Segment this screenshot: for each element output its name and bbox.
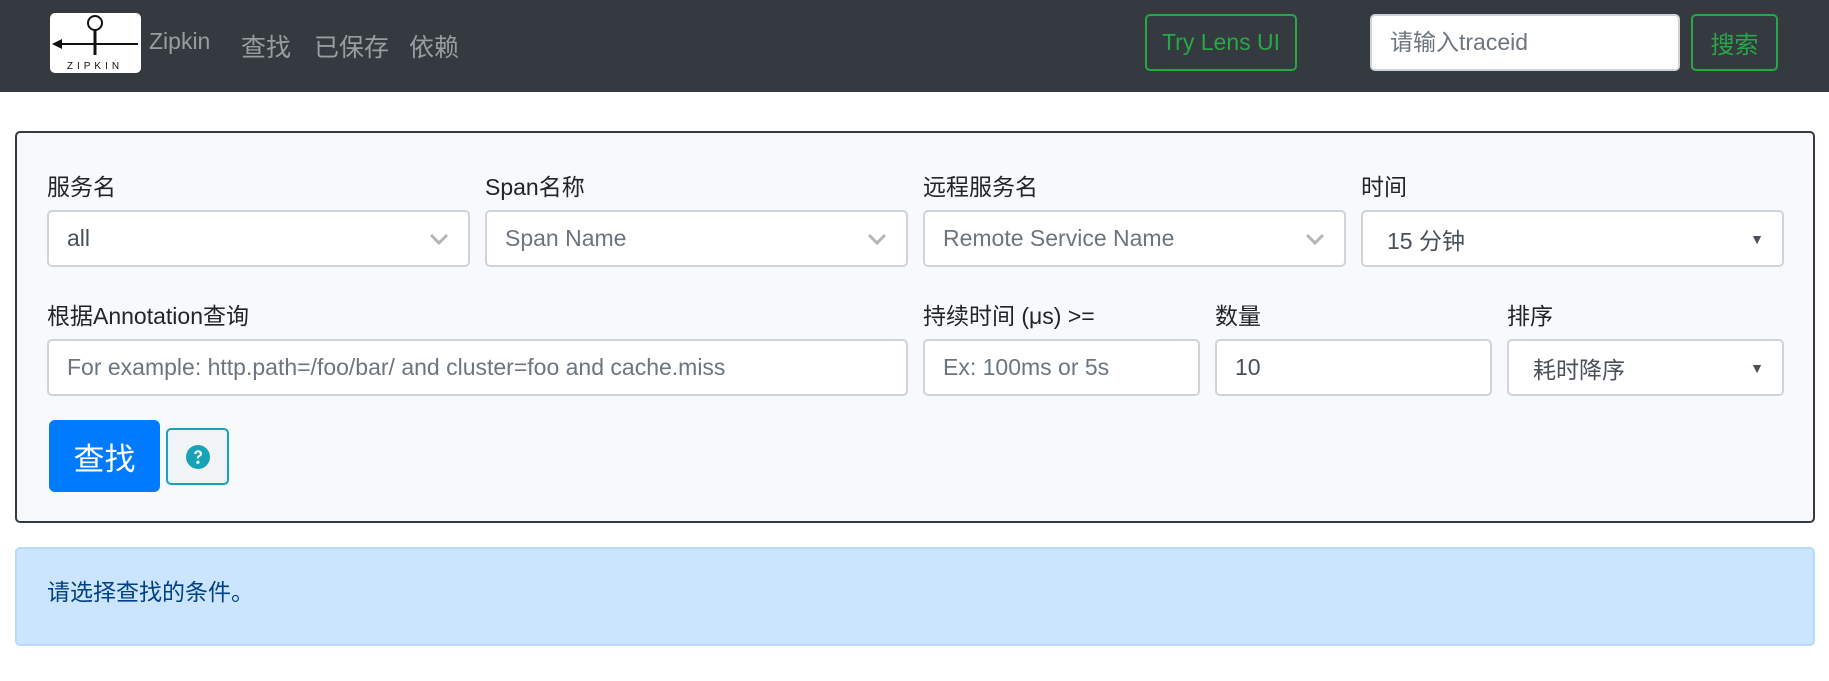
time-value: 15 分钟 — [1387, 227, 1465, 254]
caret-down-icon: ▼ — [1750, 359, 1764, 376]
sort-value: 耗时降序 — [1533, 356, 1625, 383]
question-circle-icon — [185, 444, 210, 469]
search-form: 服务名 all Span名称 Span Name 远程服务名 Remote Se… — [15, 131, 1815, 523]
duration-input[interactable] — [923, 339, 1200, 396]
service-name-value: all — [67, 225, 91, 251]
span-name-select[interactable]: Span Name — [485, 210, 908, 267]
traceid-input[interactable] — [1370, 14, 1680, 71]
time-select[interactable]: 15 分钟 ▼ — [1361, 210, 1784, 267]
sort-select[interactable]: 耗时降序 ▼ — [1507, 339, 1784, 396]
limit-input[interactable] — [1215, 339, 1492, 396]
help-button[interactable] — [166, 428, 229, 485]
remote-service-name-placeholder: Remote Service Name — [943, 225, 1175, 251]
traceid-search-button[interactable]: 搜索 — [1691, 14, 1778, 71]
info-alert: 请选择查找的条件。 — [15, 547, 1815, 646]
zipkin-logo[interactable]: ZIPKIN — [50, 13, 141, 73]
span-name-placeholder: Span Name — [505, 225, 627, 251]
annotation-query-label: 根据Annotation查询 — [47, 303, 249, 329]
svg-text:ZIPKIN: ZIPKIN — [67, 61, 123, 72]
remote-service-name-select[interactable]: Remote Service Name — [923, 210, 1346, 267]
nav-link-find[interactable]: 查找 — [241, 28, 291, 64]
chevron-down-icon — [429, 233, 449, 245]
alert-message: 请选择查找的条件。 — [47, 579, 254, 605]
time-label: 时间 — [1361, 174, 1407, 200]
remote-service-name-label: 远程服务名 — [923, 174, 1038, 200]
navbar: ZIPKIN Zipkin 查找 已保存 依赖 Try Lens UI 搜索 — [0, 0, 1829, 92]
chevron-down-icon — [1305, 233, 1325, 245]
limit-label: 数量 — [1215, 303, 1261, 329]
duration-label: 持续时间 (μs) >= — [923, 303, 1095, 329]
caret-down-icon: ▼ — [1750, 230, 1764, 247]
service-name-label: 服务名 — [47, 174, 116, 200]
service-name-select[interactable]: all — [47, 210, 470, 267]
annotation-query-input[interactable] — [47, 339, 908, 396]
try-lens-ui-button[interactable]: Try Lens UI — [1145, 14, 1297, 71]
zipkin-logo-icon: ZIPKIN — [52, 15, 138, 72]
nav-link-saved[interactable]: 已保存 — [314, 28, 389, 64]
find-button[interactable]: 查找 — [49, 420, 160, 492]
chevron-down-icon — [867, 233, 887, 245]
brand-name[interactable]: Zipkin — [149, 28, 210, 55]
span-name-label: Span名称 — [485, 174, 585, 200]
nav-link-dependencies[interactable]: 依赖 — [409, 28, 459, 64]
sort-label: 排序 — [1507, 303, 1553, 329]
